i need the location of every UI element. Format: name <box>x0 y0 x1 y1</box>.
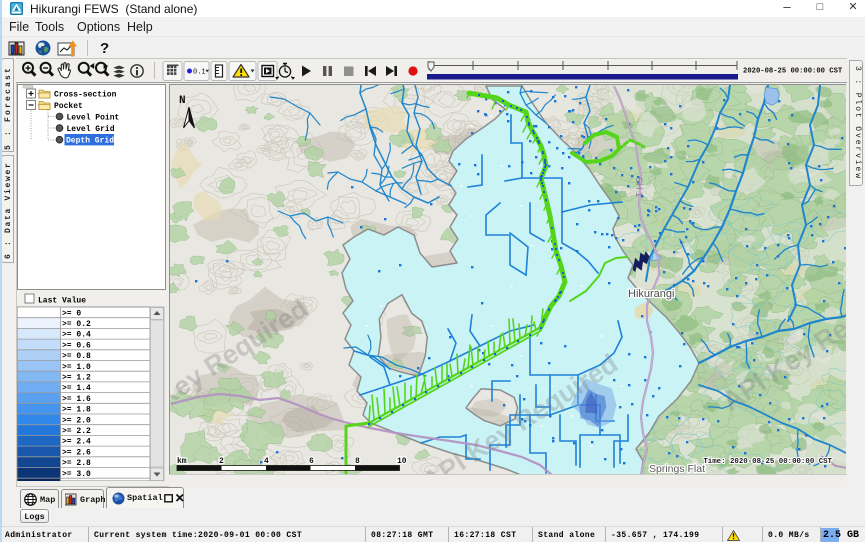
svg-text:>= 0: >= 0 <box>62 309 81 318</box>
svg-text:Level Grid: Level Grid <box>67 125 115 134</box>
svg-text:Level Point: Level Point <box>67 114 120 123</box>
svg-text:0.1: 0.1 <box>193 69 206 77</box>
svg-text:SH 1: SH 1 <box>634 177 644 197</box>
svg-text:8: 8 <box>355 457 360 466</box>
svg-text:Pocket: Pocket <box>54 102 83 111</box>
svg-text:2020-08-25 00:00:00 CST: 2020-08-25 00:00:00 CST <box>743 68 843 76</box>
svg-text:>= 0.6: >= 0.6 <box>62 341 91 350</box>
svg-text:>= 0.4: >= 0.4 <box>62 331 91 340</box>
svg-text:Hikurangi: Hikurangi <box>628 288 674 300</box>
svg-text:>= 0.2: >= 0.2 <box>62 320 91 329</box>
svg-text:>= 1.6: >= 1.6 <box>62 395 91 404</box>
svg-text:km: km <box>177 457 187 466</box>
svg-text:Springs Flat: Springs Flat <box>649 463 705 474</box>
svg-text:>= 1.4: >= 1.4 <box>62 384 91 393</box>
svg-text:>= 2.4: >= 2.4 <box>62 438 91 447</box>
svg-text:Time: 2020-08-25 00:00:00 CST: Time: 2020-08-25 00:00:00 CST <box>703 458 832 466</box>
svg-text:>= 1.2: >= 1.2 <box>62 374 91 383</box>
svg-text:>= 2.6: >= 2.6 <box>62 448 91 457</box>
svg-text:Cross-section: Cross-section <box>54 91 117 100</box>
svg-text:?: ? <box>100 40 109 57</box>
svg-text:>= 0.8: >= 0.8 <box>62 352 91 361</box>
svg-text:6: 6 <box>309 457 314 466</box>
svg-text:4: 4 <box>264 457 269 466</box>
svg-text:2: 2 <box>219 457 224 466</box>
svg-text:>= 1.8: >= 1.8 <box>62 406 91 415</box>
svg-text:Depth Grid: Depth Grid <box>66 137 114 146</box>
svg-text:N: N <box>179 95 186 107</box>
svg-text:Last Value: Last Value <box>38 297 86 306</box>
svg-text:>= 2.0: >= 2.0 <box>62 416 91 425</box>
svg-text:>= 2.2: >= 2.2 <box>62 427 91 436</box>
svg-text:>= 3.0: >= 3.0 <box>62 470 91 479</box>
svg-text:>= 1.0: >= 1.0 <box>62 363 91 372</box>
svg-text:10: 10 <box>397 457 407 466</box>
svg-text:>= 2.8: >= 2.8 <box>62 459 91 468</box>
